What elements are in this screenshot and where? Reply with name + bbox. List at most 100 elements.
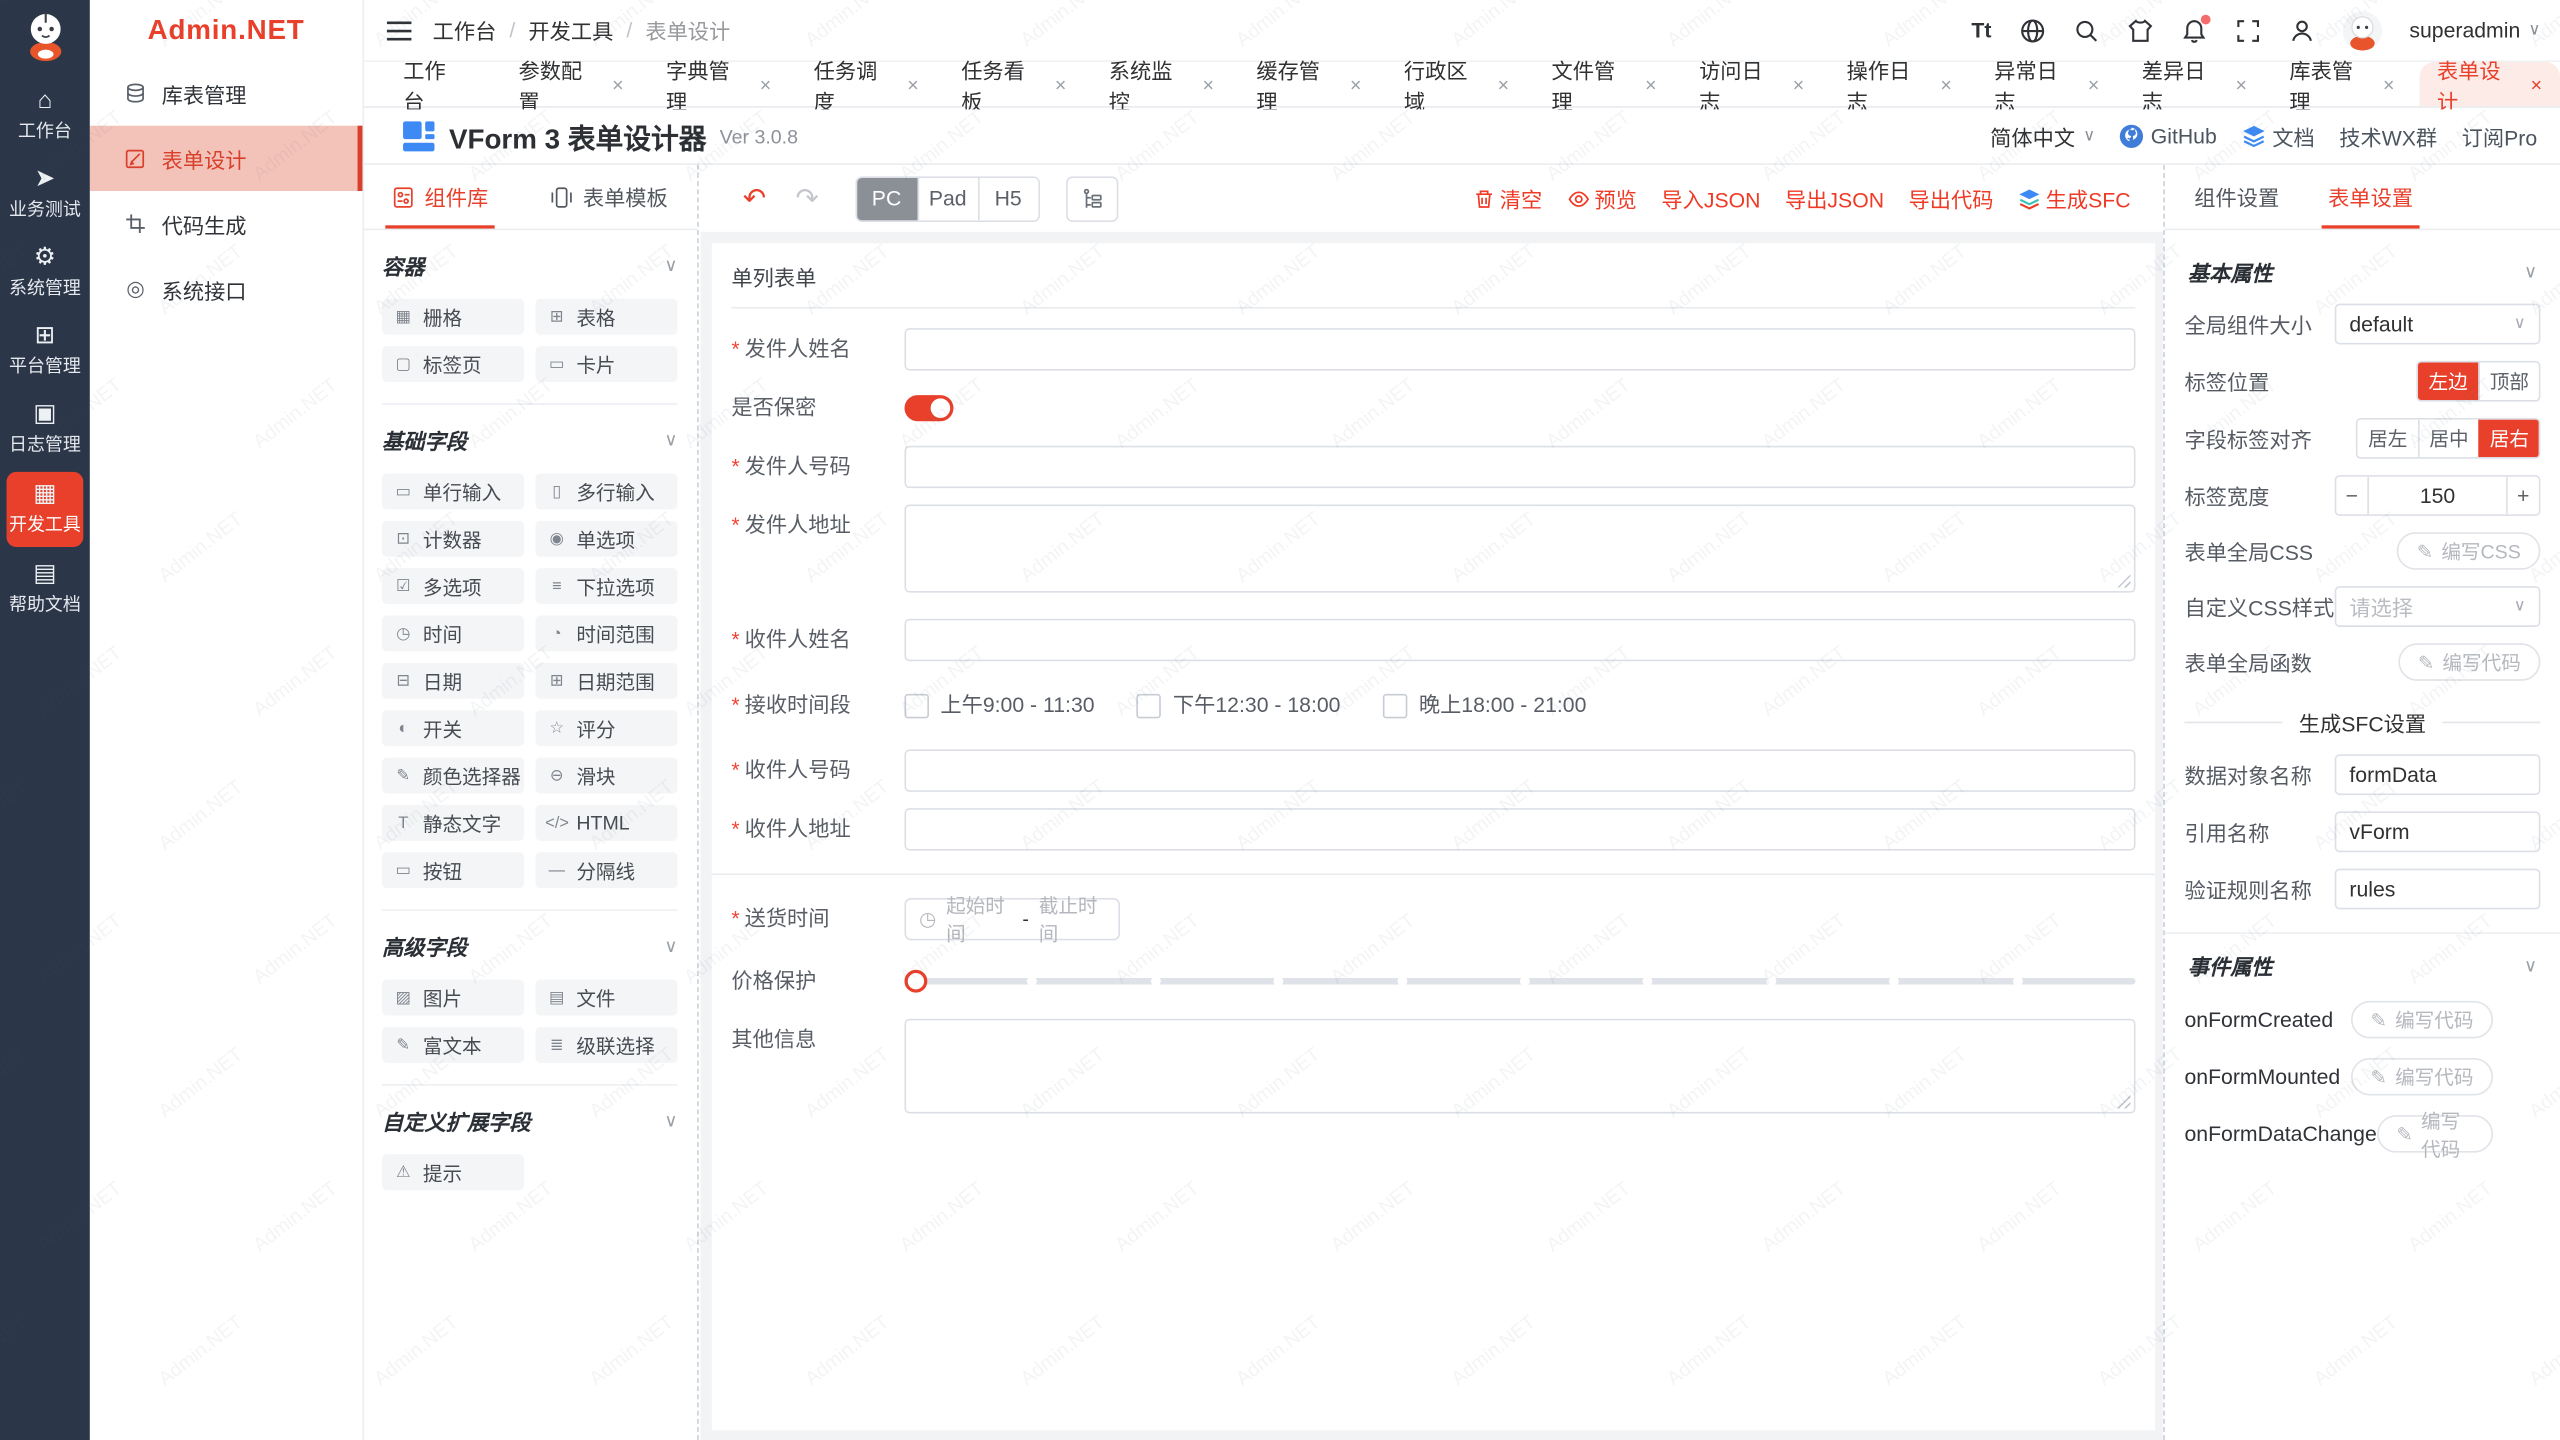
component-chip[interactable]: ⚠ 提示 [382, 1154, 524, 1190]
sender-name-input[interactable] [904, 328, 2135, 370]
rail-menu-item[interactable]: ➤ 业务测试 [0, 155, 90, 233]
undo-icon[interactable]: ↶ [743, 184, 766, 212]
component-chip[interactable]: ☆ 评分 [536, 710, 678, 746]
event-props-header[interactable]: 事件属性 ∨ [2188, 950, 2537, 981]
close-icon[interactable]: × [1498, 74, 1509, 94]
page-tab[interactable]: 文件管理 × [1534, 62, 1675, 106]
language-select[interactable]: 简体中文 ∨ [1990, 121, 2095, 152]
label-pos-top-button[interactable]: 顶部 [2478, 362, 2538, 400]
edit-code-button[interactable]: ✎ 编写代码 [2351, 1058, 2493, 1096]
field-delivery-time[interactable]: 送货时间 ◷ 起始时间 - 截止时间 [731, 898, 2135, 940]
basic-props-header[interactable]: 基本属性 ∨ [2188, 256, 2537, 287]
component-chip[interactable]: ≣ 级联选择 [536, 1027, 678, 1063]
component-chip[interactable]: ▨ 图片 [382, 980, 524, 1016]
preview-button[interactable]: 预览 [1567, 183, 1637, 214]
component-chip[interactable]: ⊖ 滑块 [536, 758, 678, 794]
page-tab[interactable]: 任务看板 × [943, 62, 1084, 106]
rail-menu-item[interactable]: ⊞ 平台管理 [0, 312, 90, 390]
close-icon[interactable]: × [2088, 74, 2099, 94]
breadcrumb-item[interactable]: 开发工具 [528, 15, 613, 46]
component-chip[interactable]: T 静态文字 [382, 805, 524, 841]
close-icon[interactable]: × [1350, 74, 1361, 94]
edit-function-button[interactable]: ✎ 编写代码 [2398, 643, 2540, 681]
page-tab[interactable]: 字典管理 × [648, 62, 789, 106]
field-sender-phone[interactable]: 发件人号码 [731, 446, 2135, 488]
receiver-address-input[interactable] [904, 808, 2135, 850]
device-h5-button[interactable]: H5 [977, 177, 1037, 219]
field-receiver-name[interactable]: 收件人姓名 [731, 619, 2135, 661]
align-center-button[interactable]: 居中 [2418, 420, 2478, 458]
component-chip[interactable]: — 分隔线 [536, 852, 678, 888]
field-other-info[interactable]: 其他信息 [731, 1019, 2135, 1114]
sidebar-item-form-design[interactable]: 表单设计 [90, 126, 363, 191]
form-canvas[interactable]: 单列表单 发件人姓名 是否保密 发件人号码 发件人地址 [712, 243, 2155, 1430]
decrease-button[interactable]: − [2336, 477, 2367, 515]
slider-handle[interactable] [904, 970, 927, 993]
tab-form-settings[interactable]: 表单设置 [2328, 165, 2413, 229]
page-tab[interactable]: 系统监控 × [1091, 62, 1232, 106]
close-icon[interactable]: × [2235, 74, 2246, 94]
secret-toggle[interactable] [904, 395, 953, 421]
component-chip[interactable]: ◉ 单选项 [536, 521, 678, 557]
form-title[interactable]: 单列表单 [731, 253, 2135, 309]
fullscreen-icon[interactable] [2235, 17, 2261, 43]
brand-logo[interactable]: Admin.NET [90, 0, 363, 60]
font-size-icon[interactable]: Tt [1971, 17, 1991, 43]
import-json-button[interactable]: 导入JSON [1661, 183, 1760, 214]
language-icon[interactable] [2019, 17, 2045, 43]
component-chip[interactable]: ▭ 单行输入 [382, 473, 524, 509]
page-tab[interactable]: 行政区域 × [1386, 62, 1527, 106]
username-dropdown[interactable]: superadmin ∨ [2409, 18, 2540, 42]
rules-name-input[interactable] [2335, 869, 2541, 910]
section-header[interactable]: 基础字段 ∨ [382, 424, 678, 455]
page-tab[interactable]: 任务调度 × [796, 62, 937, 106]
page-tab[interactable]: 工作台 [385, 62, 494, 106]
page-tab[interactable]: 差异日志 × [2124, 62, 2265, 106]
component-chip[interactable]: ✎ 富文本 [382, 1027, 524, 1063]
component-chip[interactable]: ▭ 按钮 [382, 852, 524, 888]
receiver-phone-input[interactable] [904, 749, 2135, 791]
data-object-name-input[interactable] [2335, 754, 2541, 795]
rail-menu-item[interactable]: ▣ 日志管理 [0, 390, 90, 468]
profile-icon[interactable] [2289, 17, 2315, 43]
component-chip[interactable]: ▯ 多行输入 [536, 473, 678, 509]
close-icon[interactable]: × [1645, 74, 1656, 94]
edit-css-button[interactable]: ✎ 编写CSS [2397, 532, 2540, 570]
theme-shirt-icon[interactable] [2127, 17, 2153, 43]
component-chip[interactable]: ▭ 卡片 [536, 346, 678, 382]
page-tab[interactable]: 缓存管理 × [1238, 62, 1379, 106]
search-icon[interactable] [2073, 17, 2099, 43]
app-logo[interactable] [17, 8, 73, 64]
component-chip[interactable]: ◷ 时间 [382, 616, 524, 652]
component-chip[interactable]: </> HTML [536, 805, 678, 841]
generate-sfc-button[interactable]: 生成SFC [2018, 183, 2131, 214]
component-chip[interactable]: ▦ 栅格 [382, 299, 524, 335]
component-chip[interactable]: ⊞ 表格 [536, 299, 678, 335]
component-chip[interactable]: ▤ 文件 [536, 980, 678, 1016]
user-avatar[interactable] [2342, 11, 2381, 50]
close-icon[interactable]: × [2531, 74, 2542, 94]
field-sender-name[interactable]: 发件人姓名 [731, 328, 2135, 370]
close-icon[interactable]: × [1793, 74, 1804, 94]
delivery-time-range-picker[interactable]: ◷ 起始时间 - 截止时间 [904, 898, 1120, 940]
github-link[interactable]: GitHub [2120, 124, 2217, 148]
rail-menu-item[interactable]: ⚙ 系统管理 [0, 233, 90, 311]
field-sender-address[interactable]: 发件人地址 [731, 504, 2135, 592]
notification-bell-icon[interactable] [2181, 17, 2207, 43]
component-chip[interactable]: ⊡ 计数器 [382, 521, 524, 557]
section-header[interactable]: 自定义扩展字段 ∨ [382, 1105, 678, 1136]
field-receiver-address[interactable]: 收件人地址 [731, 808, 2135, 850]
tab-component-library[interactable]: 组件库 [392, 165, 488, 229]
rail-menu-item[interactable]: ⌂ 工作台 [0, 77, 90, 155]
close-icon[interactable]: × [1055, 74, 1066, 94]
export-code-button[interactable]: 导出代码 [1909, 183, 1994, 214]
sidebar-item-api[interactable]: ◎ 系统接口 [90, 256, 363, 321]
sidebar-item-db-tables[interactable]: 库表管理 [90, 60, 363, 125]
breadcrumb-item[interactable]: 工作台 [433, 15, 497, 46]
section-header[interactable]: 容器 ∨ [382, 250, 678, 281]
component-chip[interactable]: ◔ 时间范围 [536, 616, 678, 652]
docs-link[interactable]: 文档 [2241, 121, 2314, 152]
export-json-button[interactable]: 导出JSON [1785, 183, 1884, 214]
rail-menu-item[interactable]: ▤ 帮助文档 [0, 550, 90, 628]
edit-code-button[interactable]: ✎ 编写代码 [2351, 1001, 2493, 1039]
